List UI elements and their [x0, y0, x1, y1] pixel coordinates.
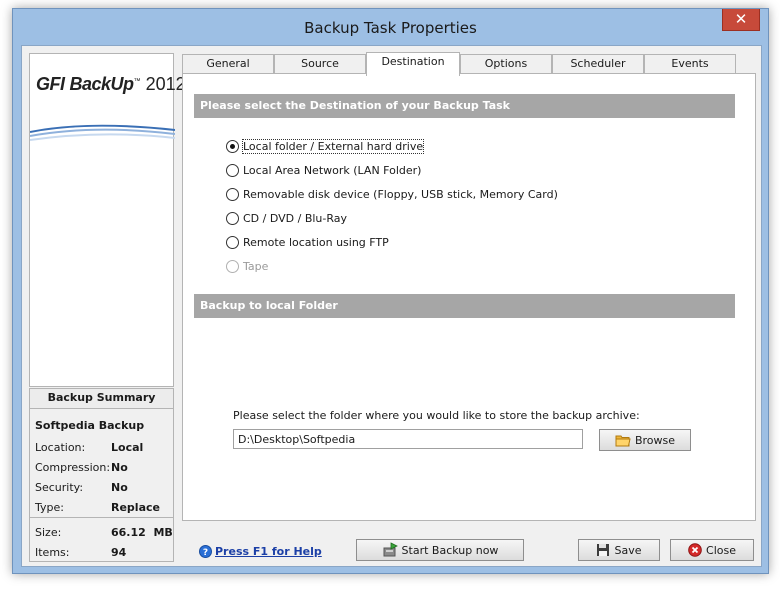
tab-events[interactable]: Events — [644, 54, 736, 74]
summary-value: No — [111, 481, 128, 494]
dialog-client-area: GFI BackUp™ 2012 Backup Summary Softpedi… — [21, 45, 762, 567]
radio-icon[interactable] — [226, 163, 239, 177]
start-backup-button[interactable]: Start Backup now — [356, 539, 524, 561]
browse-label: Browse — [634, 433, 676, 447]
radio-tape: Tape — [226, 258, 268, 274]
logo-tm: ™ — [133, 78, 141, 85]
close-circle-icon — [688, 543, 702, 557]
folder-icon — [615, 435, 631, 447]
destination-tab-panel: Please select the Destination of your Ba… — [182, 73, 756, 521]
floppy-disk-icon — [597, 544, 610, 556]
summary-divider — [30, 517, 173, 518]
help-link[interactable]: ? Press F1 for Help — [199, 545, 322, 558]
start-backup-icon — [383, 542, 398, 557]
summary-value: No — [111, 461, 128, 474]
save-label: Save — [614, 543, 642, 557]
radio-disabled-icon — [226, 259, 239, 273]
radio-label: CD / DVD / Blu-Ray — [243, 211, 348, 225]
gfi-backup-logo: GFI BackUp™ 2012 — [36, 74, 186, 95]
logo-panel: GFI BackUp™ 2012 — [29, 53, 186, 387]
window-title: Backup Task Properties — [304, 19, 477, 37]
help-label[interactable]: Press F1 for Help — [215, 545, 322, 558]
tab-general[interactable]: General — [182, 54, 274, 74]
radio-icon[interactable] — [226, 235, 239, 249]
summary-key: Compression: — [35, 461, 111, 474]
title-bar[interactable]: Backup Task Properties ✕ — [13, 9, 768, 45]
summary-key: Size: — [35, 526, 62, 539]
close-label: Close — [706, 543, 736, 557]
summary-key: Security: — [35, 481, 84, 494]
logo-brand: GFI — [36, 74, 65, 94]
logo-product: BackUp — [69, 74, 135, 94]
radio-label: Tape — [243, 259, 269, 273]
browse-button[interactable]: Browse — [599, 429, 691, 451]
backup-task-properties-window: Backup Task Properties ✕ GFI BackUp™ 201… — [12, 8, 769, 574]
folder-path-input[interactable] — [233, 429, 583, 449]
summary-key: Items: — [35, 546, 70, 559]
summary-value: Replace — [111, 501, 160, 514]
radio-removable-disk[interactable]: Removable disk device (Floppy, USB stick… — [226, 186, 558, 202]
help-icon: ? — [199, 545, 212, 558]
radio-local-folder[interactable]: Local folder / External hard drive — [226, 138, 425, 154]
radio-selected-icon[interactable] — [226, 139, 239, 153]
save-button[interactable]: Save — [578, 539, 660, 561]
summary-key: Location: — [35, 441, 86, 454]
window-close-button[interactable]: ✕ — [722, 9, 760, 31]
tab-source[interactable]: Source — [274, 54, 366, 74]
summary-value: Local — [111, 441, 144, 454]
summary-value: 94 — [111, 546, 127, 559]
close-button[interactable]: Close — [670, 539, 754, 561]
radio-icon[interactable] — [226, 187, 239, 201]
backup-name: Softpedia Backup — [35, 419, 145, 432]
backup-summary-heading: Backup Summary — [30, 389, 173, 409]
radio-label: Local folder / External hard drive — [241, 138, 425, 154]
radio-lan-folder[interactable]: Local Area Network (LAN Folder) — [226, 162, 421, 178]
logo-year: 2012 — [145, 74, 186, 94]
radio-remote-ftp[interactable]: Remote location using FTP — [226, 234, 389, 250]
start-backup-label: Start Backup now — [401, 543, 499, 557]
folder-prompt: Please select the folder where you would… — [233, 409, 640, 422]
radio-label: Removable disk device (Floppy, USB stick… — [243, 187, 558, 201]
backup-summary-panel: Backup Summary Softpedia Backup Location… — [29, 388, 174, 562]
summary-value: 66.12 MB — [111, 526, 173, 539]
destination-section-heading: Please select the Destination of your Ba… — [194, 94, 735, 118]
radio-cd-dvd-bluray[interactable]: CD / DVD / Blu-Ray — [226, 210, 347, 226]
svg-text:?: ? — [203, 548, 208, 558]
logo-swoosh-icon — [30, 124, 175, 141]
summary-key: Type: — [35, 501, 64, 514]
tab-options[interactable]: Options — [460, 54, 552, 74]
tab-destination[interactable]: Destination — [366, 52, 460, 76]
radio-icon[interactable] — [226, 211, 239, 225]
radio-label: Remote location using FTP — [243, 235, 389, 249]
radio-label: Local Area Network (LAN Folder) — [243, 163, 422, 177]
tab-scheduler[interactable]: Scheduler — [552, 54, 644, 74]
local-folder-section-heading: Backup to local Folder — [194, 294, 735, 318]
